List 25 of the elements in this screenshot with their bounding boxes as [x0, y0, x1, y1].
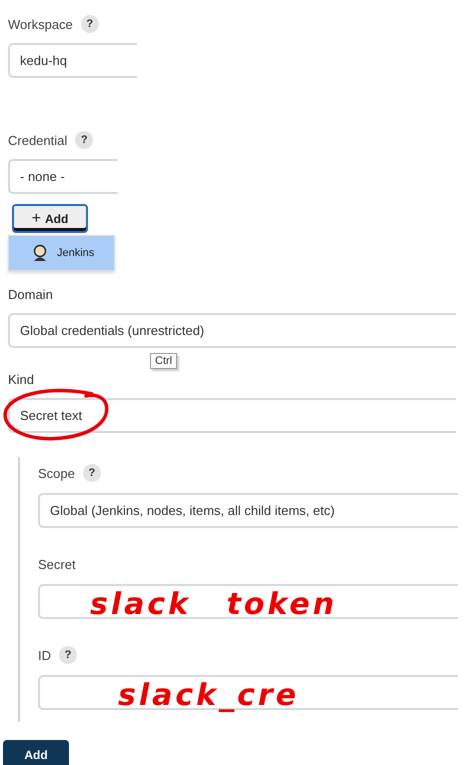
butler-icon — [31, 244, 49, 262]
field-label: ID — [38, 648, 51, 662]
field-label: Domain — [8, 287, 54, 304]
select-field[interactable]: Global (Jenkins, nodes, items, all child items, etc) — [38, 493, 458, 528]
handwritten-note: slack_cre — [118, 681, 300, 711]
help-icon[interactable]: ? — [59, 646, 77, 664]
field-label: Workspace — [8, 16, 73, 32]
help-icon[interactable]: ? — [80, 15, 99, 33]
field-label: Kind — [8, 372, 36, 389]
tooltip: Ctrl — [150, 353, 178, 369]
field-label: Secret — [38, 556, 76, 572]
select-field[interactable]: - none - — [8, 159, 118, 194]
field-label: Scope — [38, 466, 75, 480]
select-field[interactable]: Secret text — [8, 398, 456, 433]
select-field[interactable]: Global credentials (unrestricted) — [8, 313, 456, 348]
input-field[interactable] — [38, 584, 458, 619]
help-icon[interactable]: ? — [75, 131, 94, 149]
input-field[interactable]: kedu-hq — [8, 43, 137, 78]
handwritten-note: slack token — [90, 590, 338, 620]
field-label: Credential — [8, 132, 68, 148]
input-field[interactable] — [38, 675, 458, 710]
add-button[interactable]: + Add — [12, 204, 88, 233]
menu-item[interactable]: Jenkins — [9, 236, 114, 270]
add-button[interactable]: Add — [3, 740, 69, 765]
help-icon[interactable]: ? — [82, 464, 101, 482]
